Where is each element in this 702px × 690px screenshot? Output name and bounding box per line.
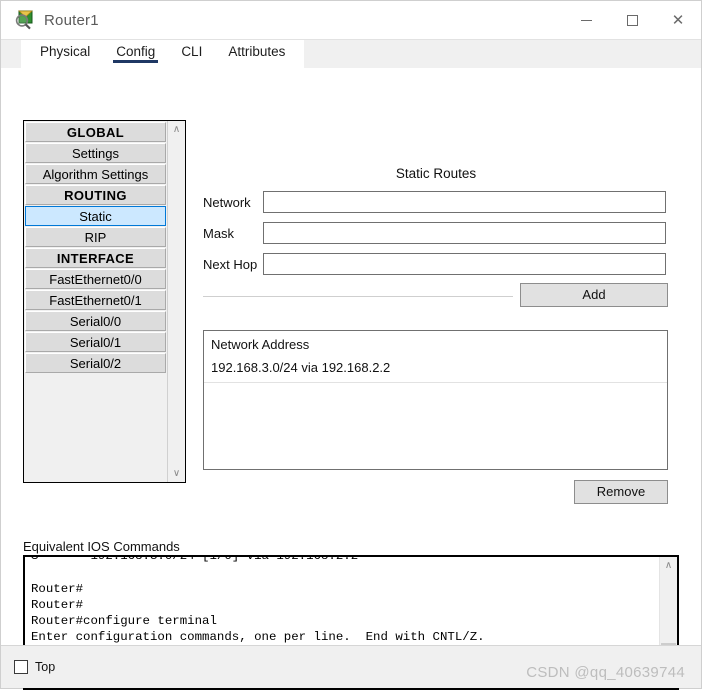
ios-commands-label: Equivalent IOS Commands — [23, 539, 180, 554]
ios-scroll-up-icon[interactable]: ∧ — [660, 557, 677, 574]
routes-list[interactable]: Network Address 192.168.3.0/24 via 192.1… — [203, 330, 668, 470]
mask-label: Mask — [203, 225, 235, 241]
close-button[interactable]: ✕ — [655, 1, 701, 39]
tab-strip: Physical Config CLI Attributes — [21, 40, 305, 68]
tab-attributes-label: Attributes — [228, 44, 286, 59]
top-checkbox-label: Top — [35, 660, 56, 674]
tab-cli-label: CLI — [181, 44, 203, 59]
minimize-button[interactable] — [563, 1, 609, 39]
add-button[interactable]: Add — [520, 283, 668, 307]
route-list-item[interactable]: 192.168.3.0/24 via 192.168.2.2 — [204, 352, 667, 383]
tab-indicator — [113, 60, 159, 63]
title-bar: Router1 ✕ — [1, 1, 701, 40]
sidebar-item-fastethernet0-1[interactable]: FastEthernet0/1 — [25, 290, 166, 310]
mask-row: Mask — [203, 221, 666, 245]
next-hop-label: Next Hop — [203, 256, 258, 272]
packet-tracer-inspect-icon — [15, 10, 35, 30]
sidebar-item-global: GLOBAL — [25, 122, 166, 142]
config-sidebar: GLOBAL Settings Algorithm Settings ROUTING S… — [23, 120, 186, 483]
sidebar-item-serial0-2[interactable]: Serial0/2 — [25, 353, 166, 373]
close-icon: ✕ — [671, 11, 685, 29]
sidebar-item-static[interactable]: Static — [25, 206, 166, 226]
top-checkbox-box[interactable] — [14, 660, 28, 674]
scroll-up-icon[interactable]: ∧ — [168, 121, 185, 138]
network-row: Network — [203, 190, 666, 214]
network-label: Network — [203, 194, 251, 210]
panel-title: Static Routes — [395, 166, 477, 181]
tab-physical-label: Physical — [40, 44, 91, 59]
watermark: CSDN @qq_40639744 — [526, 664, 685, 681]
window-controls: ✕ — [563, 1, 701, 39]
maximize-button[interactable] — [609, 1, 655, 39]
sidebar-item-interface: INTERFACE — [25, 248, 166, 268]
tab-cli[interactable]: CLI — [168, 40, 215, 68]
scroll-down-icon[interactable]: ∨ — [168, 465, 185, 482]
sidebar-item-serial0-1[interactable]: Serial0/1 — [25, 332, 166, 352]
window-footer: Top CSDN @qq_40639744 — [1, 645, 701, 688]
next-hop-row: Next Hop — [203, 252, 666, 276]
sidebar-scrollbar[interactable]: ∧ ∨ — [167, 121, 185, 482]
mask-input[interactable] — [263, 222, 666, 244]
window-title: Router1 — [44, 11, 99, 29]
config-content: GLOBAL Settings Algorithm Settings ROUTING S… — [1, 68, 701, 690]
sidebar-item-routing: ROUTING — [25, 185, 166, 205]
network-input[interactable] — [263, 191, 666, 213]
sidebar-item-serial0-0[interactable]: Serial0/0 — [25, 311, 166, 331]
sidebar-item-algorithm-settings[interactable]: Algorithm Settings — [25, 164, 166, 184]
tab-attributes[interactable]: Attributes — [215, 40, 298, 68]
tab-config[interactable]: Config — [103, 40, 168, 68]
sidebar-item-settings[interactable]: Settings — [25, 143, 166, 163]
tab-physical[interactable]: Physical — [27, 40, 103, 68]
config-sidebar-list: GLOBAL Settings Algorithm Settings ROUTING S… — [24, 121, 167, 482]
routes-list-header: Network Address — [211, 337, 310, 352]
top-checkbox[interactable]: Top — [14, 660, 55, 674]
tab-config-label: Config — [116, 44, 156, 59]
remove-button[interactable]: Remove — [574, 480, 668, 504]
next-hop-input[interactable] — [263, 253, 666, 275]
router-config-window: Router1 ✕ Physical Config CLI Attributes — [0, 0, 702, 690]
form-divider — [203, 296, 513, 297]
sidebar-item-rip[interactable]: RIP — [25, 227, 166, 247]
sidebar-item-fastethernet0-0[interactable]: FastEthernet0/0 — [25, 269, 166, 289]
tab-strip-area: Physical Config CLI Attributes — [1, 40, 701, 68]
